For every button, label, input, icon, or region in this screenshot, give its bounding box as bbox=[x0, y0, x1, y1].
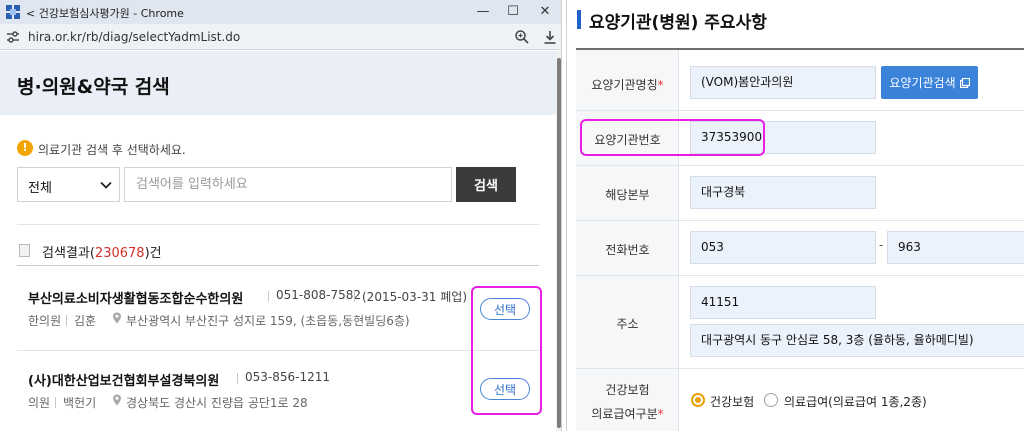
location-pin-icon bbox=[113, 312, 121, 324]
institution-phone: 051-808-7582 bbox=[276, 288, 362, 302]
institution-search-button[interactable]: 요양기관검색 bbox=[881, 66, 978, 99]
section-title: 요양기관(병원) 주요사항 bbox=[589, 13, 767, 33]
doctor-name: 김훈 bbox=[74, 314, 97, 328]
zoom-icon[interactable] bbox=[514, 29, 530, 45]
divider bbox=[17, 265, 539, 266]
address-bar: hira.or.kr/rb/diag/selectYadmList.do bbox=[0, 24, 561, 50]
field-label-insurance-line2: 의료급여구분* bbox=[591, 407, 664, 421]
search-button[interactable]: 검색 bbox=[456, 167, 516, 202]
chevron-down-icon bbox=[100, 181, 112, 189]
field-label-name: 요양기관명칭* bbox=[591, 78, 664, 92]
field-label-insurance-line1: 건강보험 bbox=[605, 383, 650, 397]
field-label-phone: 전화번호 bbox=[605, 243, 650, 257]
divider bbox=[268, 291, 269, 302]
result-count-text: 검색결과(230678)건 bbox=[42, 246, 162, 261]
browser-window: < 건강보험심사평가원 - Chrome — ☐ ✕ hira.or.kr/rb… bbox=[0, 0, 562, 431]
category-select-value: 전체 bbox=[28, 181, 52, 196]
phone-separator: - bbox=[879, 238, 884, 252]
row-divider bbox=[576, 368, 1024, 369]
result-count-number: 230678 bbox=[94, 246, 145, 261]
institution-address: 부산광역시 부산진구 성지로 159, (초읍동,동현빌딩6층) bbox=[126, 314, 410, 328]
address-field[interactable]: 대구광역시 동구 안심로 58, 3층 (율하동, 율하메디빌) bbox=[690, 324, 1024, 357]
close-button[interactable]: ✕ bbox=[530, 3, 560, 21]
notice-text: 의료기관 검색 후 선택하세요. bbox=[38, 143, 186, 157]
title-accent bbox=[577, 10, 581, 29]
divider bbox=[55, 397, 56, 408]
phone-area-field[interactable]: 053 bbox=[690, 231, 876, 264]
alert-icon: ! bbox=[17, 140, 33, 156]
highlight-box bbox=[471, 286, 542, 415]
scrollbar-thumb[interactable] bbox=[557, 58, 561, 428]
site-settings-icon[interactable] bbox=[6, 30, 20, 44]
institution-name[interactable]: (사)대한산업보건협회부설경북의원 bbox=[28, 370, 219, 389]
institution-name-field[interactable]: (VOM)봄안과의원 bbox=[690, 66, 876, 99]
url-text[interactable]: hira.or.kr/rb/diag/selectYadmList.do bbox=[28, 30, 240, 44]
institution-type: 의원 bbox=[28, 396, 51, 410]
institution-type: 한의원 bbox=[28, 314, 62, 328]
institution-panel: 요양기관(병원) 주요사항 요양기관명칭* (VOM)봄안과의원 요양기관검색 … bbox=[566, 0, 1024, 431]
zip-code-field[interactable]: 41151 bbox=[690, 286, 876, 319]
minimize-button[interactable]: — bbox=[468, 3, 498, 21]
divider bbox=[66, 315, 67, 326]
divider bbox=[237, 373, 238, 384]
location-pin-icon bbox=[113, 394, 121, 406]
list-item: 부산의료소비자생활협동조합순수한의원 051-808-7582 (2015-03… bbox=[28, 288, 548, 348]
radio-label-health-insurance[interactable]: 건강보험 bbox=[710, 393, 754, 410]
list-item: (사)대한산업보건협회부설경북의원 053-856-1211 의원 백헌기 경상… bbox=[28, 370, 548, 430]
divider bbox=[354, 291, 355, 302]
download-icon[interactable] bbox=[542, 29, 558, 45]
maximize-button[interactable]: ☐ bbox=[498, 3, 528, 21]
radio-medical-aid[interactable] bbox=[764, 393, 778, 407]
row-divider bbox=[576, 275, 1024, 276]
institution-status: (2015-03-31 폐업) bbox=[362, 290, 467, 304]
row-divider bbox=[576, 220, 1024, 221]
radio-label-medical-aid[interactable]: 의료급여(의료급여 1종,2종) bbox=[784, 393, 927, 410]
row-divider bbox=[576, 165, 1024, 166]
highlight-box bbox=[580, 119, 765, 156]
institution-address: 경상북도 경산시 진량읍 공단1로 28 bbox=[126, 396, 308, 410]
phone-exchange-field[interactable]: 963 bbox=[887, 231, 1024, 264]
window-titlebar: < 건강보험심사평가원 - Chrome — ☐ ✕ bbox=[0, 0, 561, 24]
radio-health-insurance[interactable] bbox=[691, 393, 705, 407]
doctor-name: 백헌기 bbox=[63, 396, 97, 410]
external-window-icon bbox=[959, 78, 970, 88]
institution-phone: 053-856-1211 bbox=[245, 370, 331, 384]
page-header: 병·의원&약국 검색 bbox=[0, 51, 556, 115]
field-label-branch: 해당본부 bbox=[605, 188, 650, 202]
category-select[interactable]: 전체 bbox=[17, 167, 120, 202]
branch-field[interactable]: 대구경북 bbox=[690, 176, 876, 209]
app-icon bbox=[6, 5, 20, 19]
row-divider bbox=[576, 110, 1024, 111]
search-input[interactable] bbox=[124, 167, 452, 202]
divider bbox=[17, 224, 539, 225]
page-title: 병·의원&약국 검색 bbox=[17, 76, 170, 98]
divider bbox=[17, 350, 539, 351]
institution-name[interactable]: 부산의료소비자생활협동조합순수한의원 bbox=[28, 288, 243, 307]
list-icon bbox=[19, 244, 30, 257]
field-label-address: 주소 bbox=[616, 317, 639, 331]
window-title: < 건강보험심사평가원 - Chrome bbox=[26, 7, 184, 20]
